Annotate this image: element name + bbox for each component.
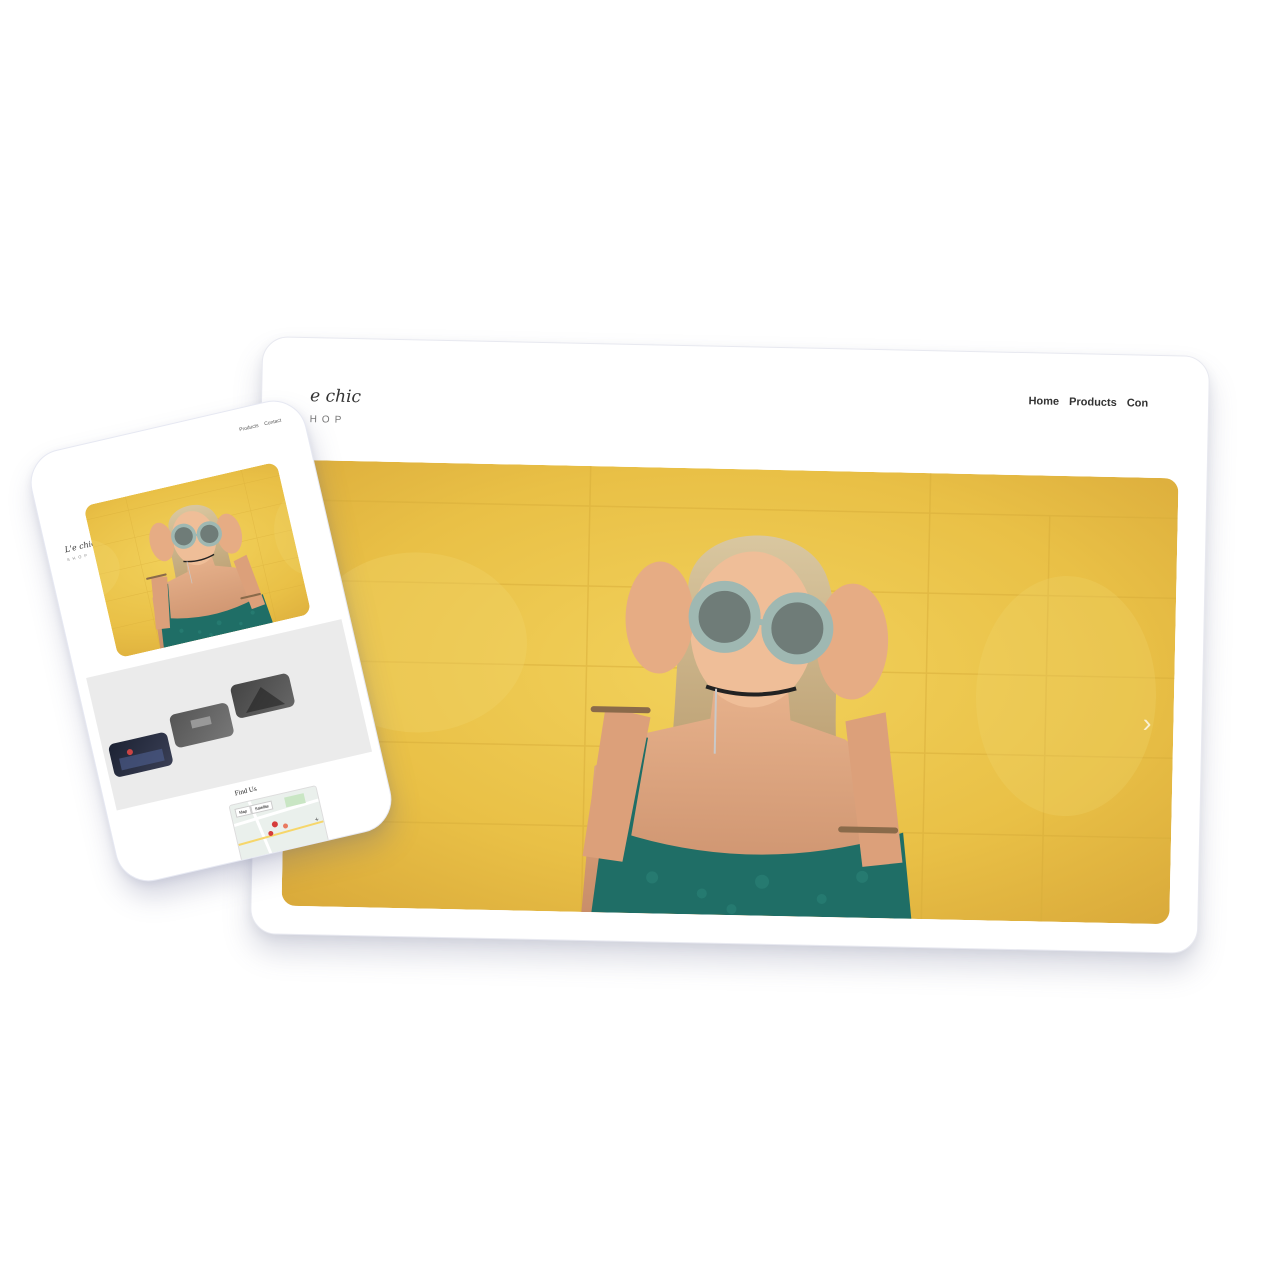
nav-home[interactable]: Home <box>1028 395 1059 408</box>
hero-image: › <box>281 460 1178 924</box>
mobile-nav-contact[interactable]: Contact <box>264 418 282 428</box>
gallery-thumb-art <box>119 748 165 771</box>
main-nav: Home Products Con <box>1028 395 1148 410</box>
gallery-thumb-art <box>246 687 286 713</box>
gallery-thumb[interactable] <box>107 731 174 779</box>
mobile-hero-image <box>83 461 312 659</box>
mobile-nav: Products Contact <box>239 418 282 434</box>
site-logo[interactable]: e chic <box>310 386 361 407</box>
gallery-thumb-art <box>190 716 212 729</box>
site-logo-subtitle: HOP <box>309 414 347 426</box>
nav-contact[interactable]: Con <box>1127 397 1149 409</box>
gallery-thumb[interactable] <box>229 672 296 720</box>
mobile-hero-photo <box>83 461 312 659</box>
desktop-mockup: e chic HOP Home Products Con › <box>249 336 1211 954</box>
mobile-nav-products[interactable]: Products <box>239 423 260 433</box>
nav-products[interactable]: Products <box>1069 396 1117 409</box>
gallery-thumb[interactable] <box>168 701 235 749</box>
mobile-logo-subtitle: SHOP <box>66 552 91 563</box>
chevron-right-icon[interactable]: › <box>1142 708 1151 739</box>
hero-photo <box>281 460 1178 924</box>
